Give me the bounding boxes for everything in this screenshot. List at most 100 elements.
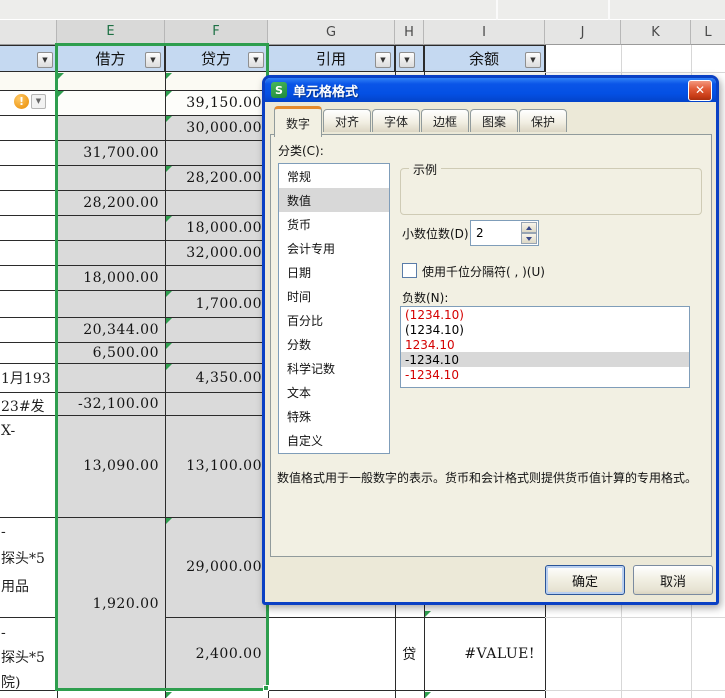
cell-h-bottom[interactable]: 贷 [395, 617, 424, 690]
cell-flag-icon [425, 611, 431, 617]
warning-dropdown-icon[interactable]: ▼ [31, 93, 46, 109]
category-item[interactable]: 会计专用 [279, 236, 389, 260]
close-icon[interactable]: ✕ [688, 79, 712, 101]
cell-flag-icon [166, 692, 172, 698]
cell-format-dialog: S 单元格格式 ✕ 数字 对齐 字体 边框 图案 保护 分类(C): 常规 数值… [262, 75, 719, 605]
cell-d-row15-line1[interactable]: - [0, 519, 56, 543]
category-item[interactable]: 货币 [279, 212, 389, 236]
decimal-spinner[interactable] [521, 222, 537, 244]
column-header-f[interactable]: F [165, 20, 268, 45]
category-item[interactable]: 自定义 [279, 428, 389, 452]
dialog-title: 单元格格式 [293, 84, 359, 100]
cell-d-row16-line2[interactable]: 探头*5 [0, 645, 56, 669]
format-description: 数值格式用于一般数字的表示。货币和会计格式则提供货币值计算的专用格式。 [277, 471, 698, 485]
filter-dropdown-icon[interactable]: ▼ [399, 52, 415, 68]
error-warning-tag[interactable]: ! ▼ [14, 93, 48, 109]
column-header-g[interactable]: G [268, 20, 395, 45]
cell-debit[interactable]: 28,200.00 [57, 190, 165, 215]
filter-dropdown-icon[interactable]: ▼ [248, 52, 264, 68]
category-item[interactable]: 特殊 [279, 404, 389, 428]
column-header-k[interactable]: K [621, 20, 691, 45]
cell-error-value[interactable]: #VALUE! [424, 617, 545, 690]
cell-debit[interactable]: 20,344.00 [57, 317, 165, 342]
cell-d-row15-line2[interactable]: 探头*5 [0, 546, 56, 570]
cell-credit[interactable]: 1,700.00 [165, 290, 268, 317]
column-header-h[interactable]: H [395, 20, 424, 45]
column-header-j[interactable]: J [545, 20, 621, 45]
selection-fill-handle[interactable] [263, 685, 269, 691]
filter-dropdown-icon[interactable]: ▼ [37, 52, 53, 68]
tab-protect[interactable]: 保护 [519, 109, 567, 132]
negative-option[interactable]: -1234.10 [401, 367, 689, 382]
cell-credit[interactable]: 32,000.00 [165, 240, 268, 265]
cell-d-row13[interactable]: 23#发 [0, 394, 56, 414]
cell-credit[interactable]: 39,150.00 [165, 90, 268, 115]
tab-number[interactable]: 数字 [274, 106, 322, 137]
tab-pattern[interactable]: 图案 [470, 109, 518, 132]
cell-debit[interactable]: -32,100.00 [57, 392, 165, 415]
negative-option-selected[interactable]: -1234.10 [401, 352, 689, 367]
column-header-d[interactable] [0, 20, 57, 45]
cell-d-row14[interactable]: X- [0, 418, 56, 442]
category-item[interactable]: 常规 [279, 164, 389, 188]
filter-cell-h[interactable]: ▼ [395, 45, 424, 72]
tab-alignment[interactable]: 对齐 [323, 109, 371, 132]
cell-flag-icon [166, 73, 172, 79]
category-listbox[interactable]: 常规 数值 货币 会计专用 日期 时间 百分比 分数 科学记数 文本 特殊 自定… [278, 163, 390, 454]
cancel-button[interactable]: 取消 [633, 565, 713, 595]
ok-button[interactable]: 确定 [545, 565, 625, 595]
column-header-i[interactable]: I [424, 20, 545, 45]
gridline-light [545, 690, 725, 691]
spin-up-icon[interactable] [521, 222, 537, 233]
cell-credit[interactable]: 30,000.00 [165, 115, 268, 140]
column-header-l[interactable]: L [691, 20, 725, 45]
category-item-selected[interactable]: 数值 [279, 188, 389, 212]
category-item[interactable]: 百分比 [279, 308, 389, 332]
negative-option[interactable]: (1234.10) [401, 307, 689, 322]
category-item[interactable]: 科学记数 [279, 356, 389, 380]
warning-icon[interactable]: ! [14, 93, 29, 109]
filter-cell-debit[interactable]: 借方 ▼ [57, 45, 165, 72]
filter-cell-d[interactable]: ▼ [0, 45, 57, 72]
filter-cell-reference[interactable]: 引用 ▼ [268, 45, 395, 72]
spin-down-icon[interactable] [521, 233, 537, 244]
cell-debit[interactable]: 31,700.00 [57, 140, 165, 165]
cell-credit[interactable]: 28,200.00 [165, 165, 268, 190]
cell-d-row16-line1[interactable]: - [0, 620, 56, 644]
filter-dropdown-icon[interactable]: ▼ [525, 52, 541, 68]
column-header-e[interactable]: E [57, 20, 165, 45]
cell-credit[interactable]: 18,000.00 [165, 215, 268, 240]
decimal-places-value: 2 [476, 226, 484, 240]
cell-credit[interactable]: 2,400.00 [165, 617, 268, 690]
cell-flag-icon [166, 116, 172, 122]
filter-dropdown-icon[interactable]: ▼ [375, 52, 391, 68]
cell-credit[interactable]: 13,100.00 [165, 415, 268, 517]
category-item[interactable]: 日期 [279, 260, 389, 284]
cell-d-row15-line3[interactable]: 用品 [0, 574, 56, 598]
cell-credit[interactable]: 4,350.00 [165, 363, 268, 392]
cell-credit[interactable]: 29,000.00 [165, 517, 268, 617]
decimal-places-input[interactable]: 2 [470, 220, 539, 246]
category-item[interactable]: 文本 [279, 380, 389, 404]
filter-cell-credit[interactable]: 贷方 ▼ [165, 45, 268, 72]
cell-flag-icon [166, 216, 172, 222]
tab-border[interactable]: 边框 [421, 109, 469, 132]
negative-option[interactable]: (1234.10) [401, 322, 689, 337]
cell-flag-icon [425, 692, 431, 698]
cell-d-row16-line3[interactable]: 院) [0, 670, 56, 694]
cell-debit-merged[interactable]: 1,920.00 [57, 517, 165, 690]
cell-debit[interactable]: 18,000.00 [57, 265, 165, 290]
filter-cell-balance[interactable]: 余额 ▼ [424, 45, 545, 72]
cell-debit[interactable]: 6,500.00 [57, 342, 165, 363]
dialog-titlebar[interactable]: S 单元格格式 ✕ [265, 78, 716, 102]
thousands-separator-checkbox[interactable] [402, 263, 417, 278]
cell-debit[interactable]: 13,090.00 [57, 415, 165, 517]
negative-option[interactable]: 1234.10 [401, 337, 689, 352]
cell-d-row12[interactable]: 1月193 [0, 366, 56, 390]
filter-dropdown-icon[interactable]: ▼ [145, 52, 161, 68]
category-item[interactable]: 分数 [279, 332, 389, 356]
category-item[interactable]: 时间 [279, 284, 389, 308]
tab-font[interactable]: 字体 [372, 109, 420, 132]
negative-numbers-listbox[interactable]: (1234.10) (1234.10) 1234.10 -1234.10 -12… [400, 306, 690, 388]
selection-border-top [55, 43, 268, 46]
